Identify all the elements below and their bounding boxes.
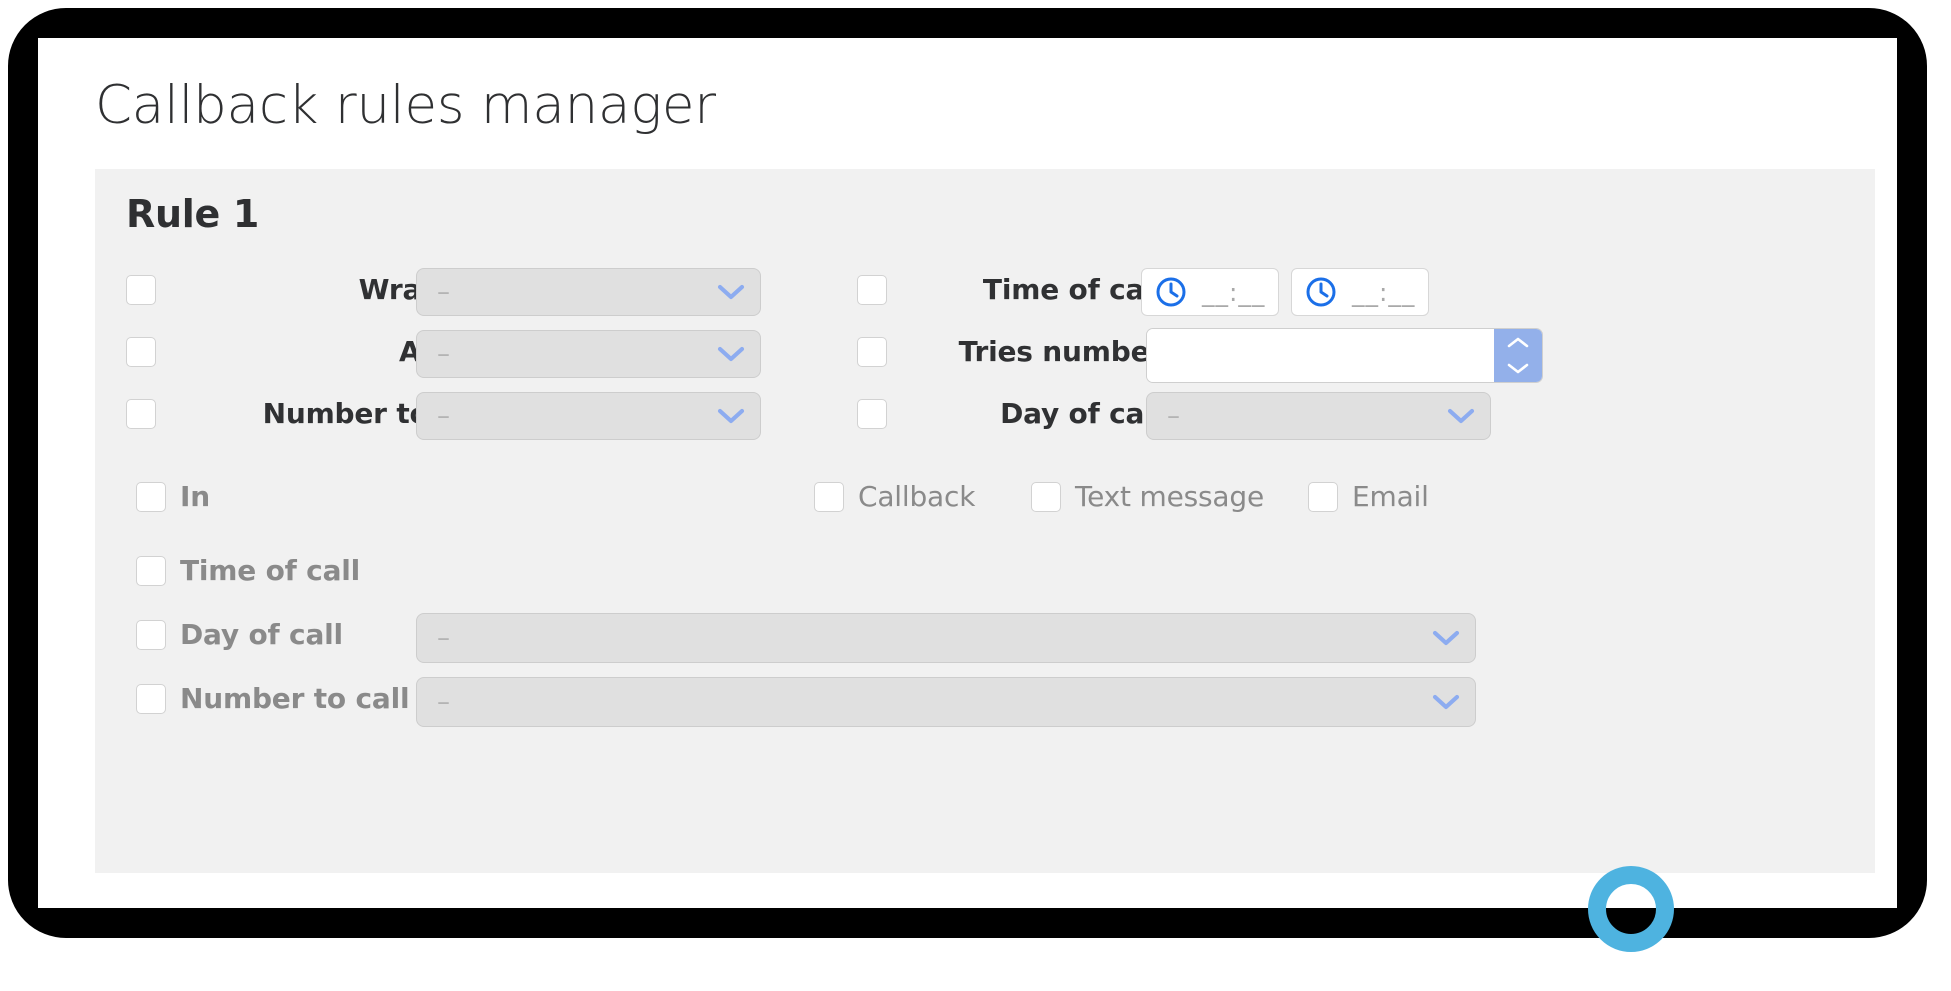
chevron-down-icon — [1431, 693, 1461, 711]
label-action-time-of-call: Time of call — [180, 554, 360, 587]
field-tries-number: Tries number — [857, 335, 1163, 368]
checkbox-action-time-of-call[interactable] — [136, 556, 166, 586]
label-action-number-to-call: Number to call — [180, 682, 409, 715]
checkbox-email[interactable] — [1308, 482, 1338, 512]
select-agent[interactable]: – — [416, 330, 761, 378]
checkbox-day-of-call[interactable] — [857, 399, 887, 429]
label-email: Email — [1352, 480, 1429, 513]
checkbox-text-message[interactable] — [1031, 482, 1061, 512]
chevron-down-icon — [716, 345, 746, 363]
tries-number-input[interactable] — [1147, 329, 1494, 382]
checkbox-time-of-call[interactable] — [857, 275, 887, 305]
checkbox-wrap-up[interactable] — [126, 275, 156, 305]
checkbox-tries-number[interactable] — [857, 337, 887, 367]
stepper-buttons — [1494, 329, 1542, 382]
label-action-day-of-call: Day of call — [180, 618, 343, 651]
time-to-input[interactable]: __:__ — [1291, 268, 1429, 316]
select-action-day-of-call-value: – — [437, 625, 1431, 651]
time-from-value: __:__ — [1202, 280, 1265, 305]
checkbox-agent[interactable] — [126, 337, 156, 367]
field-time-of-call: Time of call — [857, 273, 1163, 306]
chevron-down-icon[interactable] — [1505, 361, 1531, 376]
label-text-message: Text message — [1075, 480, 1264, 513]
checkbox-action-number-to-call[interactable] — [136, 684, 166, 714]
device-frame: Callback rules manager Rule 1 Wrap-up – — [8, 8, 1927, 938]
screen: Callback rules manager Rule 1 Wrap-up – — [38, 38, 1897, 908]
field-action-time-of-call: Time of call — [136, 554, 360, 587]
checkbox-number-to-call[interactable] — [126, 399, 156, 429]
select-wrap-up[interactable]: – — [416, 268, 761, 316]
select-day-of-call-value: – — [1167, 403, 1446, 429]
chevron-down-icon — [1431, 629, 1461, 647]
field-action-number-to-call: Number to call — [136, 682, 409, 715]
field-in: In — [136, 480, 210, 513]
select-number-to-call-value: – — [437, 403, 716, 429]
field-action-day-of-call: Day of call — [136, 618, 343, 651]
checkbox-in[interactable] — [136, 482, 166, 512]
cursor-ring-indicator — [1588, 866, 1674, 952]
select-action-day-of-call[interactable]: – — [416, 613, 1476, 663]
select-day-of-call[interactable]: – — [1146, 392, 1491, 440]
select-agent-value: – — [437, 341, 716, 367]
chevron-down-icon — [1446, 407, 1476, 425]
select-number-to-call[interactable]: – — [416, 392, 761, 440]
rule-panel: Rule 1 Wrap-up – Agent — [95, 169, 1875, 873]
label-tries-number: Tries number — [959, 335, 1163, 368]
clock-icon — [1154, 275, 1188, 309]
select-wrap-up-value: – — [437, 279, 716, 305]
page-title: Callback rules manager — [95, 75, 716, 136]
label-in: In — [180, 480, 210, 513]
checkbox-action-day-of-call[interactable] — [136, 620, 166, 650]
chevron-down-icon — [716, 283, 746, 301]
clock-icon — [1304, 275, 1338, 309]
select-action-number-to-call[interactable]: – — [416, 677, 1476, 727]
time-to-value: __:__ — [1352, 280, 1415, 305]
chevron-up-icon[interactable] — [1505, 335, 1531, 350]
label-time-of-call: Time of call — [983, 273, 1163, 306]
field-callback: Callback — [814, 480, 975, 513]
time-from-input[interactable]: __:__ — [1141, 268, 1279, 316]
rule-heading: Rule 1 — [126, 192, 259, 236]
label-callback: Callback — [858, 480, 975, 513]
field-email: Email — [1308, 480, 1429, 513]
chevron-down-icon — [716, 407, 746, 425]
field-day-of-call: Day of call — [857, 397, 1163, 430]
checkbox-callback[interactable] — [814, 482, 844, 512]
tries-number-stepper[interactable] — [1146, 328, 1543, 383]
field-text-message: Text message — [1031, 480, 1264, 513]
label-day-of-call: Day of call — [1000, 397, 1163, 430]
select-action-number-to-call-value: – — [437, 689, 1431, 715]
